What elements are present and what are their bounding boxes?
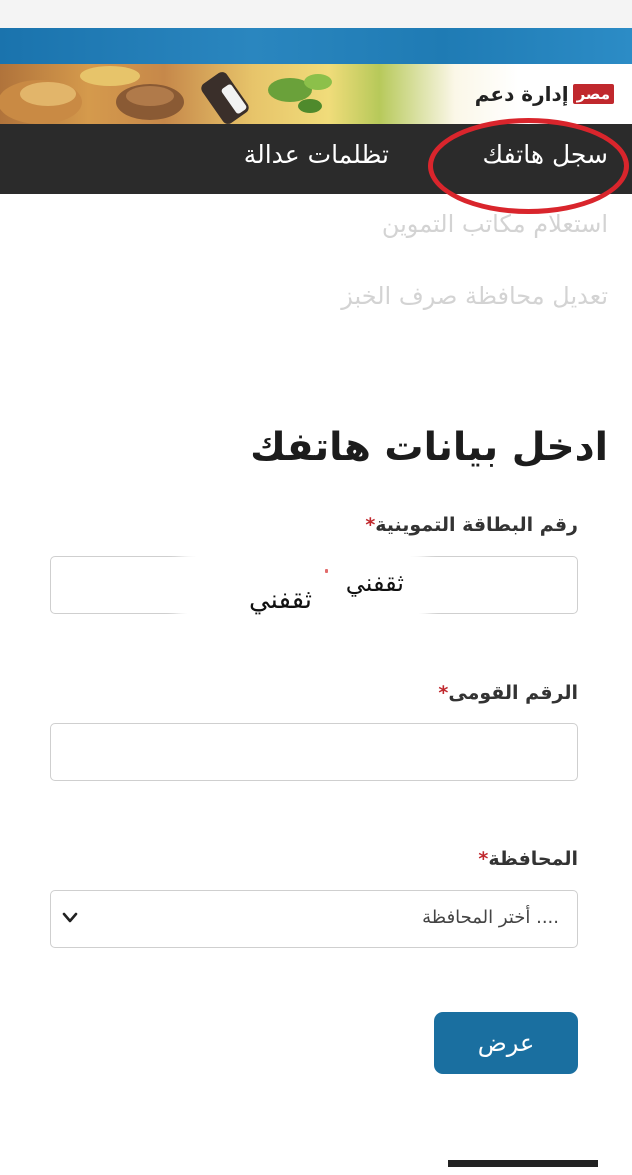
nav-item-register-phone[interactable]: سجل هاتفك (483, 140, 608, 169)
governorate-selected-value: .... أختر المحافظة (422, 907, 559, 928)
main-navbar: سجل هاتفك تظلمات عدالة (0, 124, 632, 194)
required-asterisk: * (438, 682, 449, 704)
nav-item-adala-complaints[interactable]: تظلمات عدالة (244, 140, 389, 169)
required-asterisk: * (478, 848, 489, 870)
chevron-down-icon (62, 912, 78, 923)
site-banner: مصر إدارة دعم (0, 64, 632, 124)
show-button[interactable]: عرض (434, 1012, 578, 1074)
governorate-label-text: المحافظة (488, 848, 578, 870)
national-id-label-text: الرقم القومى (448, 682, 578, 704)
national-id-label: الرقم القومى* (434, 682, 578, 704)
site-logo[interactable]: مصر إدارة دعم (475, 82, 614, 106)
banner-image (0, 66, 332, 124)
link-change-bread-governorate[interactable]: تعديل محافظة صرف الخبز (341, 282, 608, 310)
header-blue-band (0, 28, 632, 64)
required-asterisk: * (365, 514, 376, 536)
governorate-label: المحافظة* (474, 848, 578, 870)
next-section-title-cut (448, 1160, 598, 1175)
watermark-overlay: ثقفني ثقفني (186, 555, 420, 625)
watermark-text-2: ثقفني (248, 585, 312, 615)
logo-text: إدارة دعم (474, 82, 569, 106)
national-id-input[interactable] (50, 723, 578, 781)
top-strip (0, 0, 632, 28)
watermark-text-1: ثقفني (345, 569, 404, 597)
cut-heading-stroke (448, 1160, 598, 1175)
ration-card-label-text: رقم البطاقة التموينية (375, 514, 578, 536)
logo-badge: مصر (572, 84, 614, 104)
form-title: ادخل بيانات هاتفك (250, 425, 608, 470)
link-supply-offices-inquiry[interactable]: استعلام مكاتب التموين (382, 210, 608, 238)
governorate-select[interactable]: .... أختر المحافظة (50, 890, 578, 948)
ration-card-label: رقم البطاقة التموينية* (361, 514, 578, 536)
watermark-dot (325, 569, 328, 573)
